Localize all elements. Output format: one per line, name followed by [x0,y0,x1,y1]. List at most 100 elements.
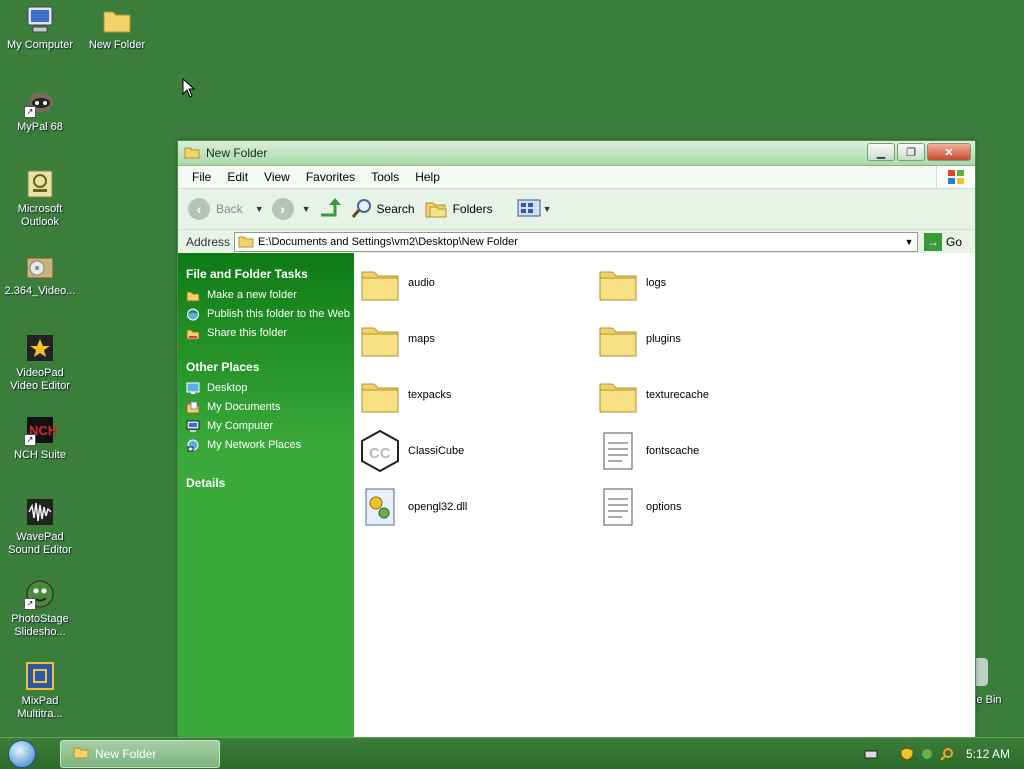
folders-button[interactable]: Folders [425,198,493,221]
address-dropdown-chevron-icon[interactable]: ▼ [901,233,917,251]
desktop-icon-outlook[interactable]: Microsoft Outlook [2,168,78,229]
back-dropdown-chevron-icon[interactable]: ▼ [255,204,264,214]
desktop-icon-recycle-bin[interactable]: le Bin [974,658,1024,708]
share-folder-icon [186,327,200,340]
task-pane: File and Folder Tasks Make a new folder … [178,253,354,738]
window-titlebar[interactable]: New Folder ▁ ❐ ✕ [178,141,975,166]
desktop-icon [186,382,200,395]
task-label: Share this folder [207,327,288,339]
outlook-icon [24,168,56,200]
desktop-icon-label: Microsoft Outlook [17,203,63,228]
menu-favorites[interactable]: Favorites [298,170,363,184]
place-label: My Network Places [207,439,302,451]
desktop-icon-mypal[interactable]: ↗ MyPal 68 [2,86,78,134]
desktop-icon-my-computer[interactable]: My Computer [2,4,78,52]
text-document-icon [598,485,638,529]
place-my-documents[interactable]: My Documents [186,401,354,414]
desktop-icon-label: PhotoStage Slidesho... [11,613,69,638]
menu-view[interactable]: View [256,170,298,184]
computer-icon [24,4,56,36]
installer-icon [24,250,56,282]
section-header[interactable]: Details [186,476,354,490]
search-button[interactable]: Search [351,197,415,222]
network-tray-icon[interactable] [920,747,934,761]
file-name: plugins [646,333,681,345]
file-item-app[interactable]: CC ClassiCube [360,429,464,473]
place-label: Desktop [207,382,248,394]
folders-label: Folders [452,202,493,216]
section-header[interactable]: File and Folder Tasks [186,267,354,281]
file-item-text[interactable]: fontscache [598,429,699,473]
folder-icon [360,317,400,361]
folder-icon [101,4,133,36]
place-my-computer[interactable]: My Computer [186,420,354,433]
maximize-button[interactable]: ❐ [897,143,925,161]
mixpad-icon [24,660,56,692]
file-name: audio [408,277,435,289]
desktop-icon-mixpad[interactable]: MixPad Multitra... [2,660,78,721]
go-arrow-icon: → [924,233,943,251]
address-input[interactable]: E:\Documents and Settings\vm2\Desktop\Ne… [234,232,919,252]
clock[interactable]: 5:12 AM [966,747,1010,761]
file-item-dll[interactable]: opengl32.dll [360,485,467,529]
file-item-text[interactable]: options [598,485,681,529]
security-shield-icon[interactable] [900,746,914,761]
file-item-folder[interactable]: texpacks [360,373,451,417]
folder-icon [238,234,254,251]
file-name: opengl32.dll [408,501,468,513]
desktop-icon-videopad[interactable]: VideoPad Video Editor [2,332,78,393]
menu-edit[interactable]: Edit [219,170,256,184]
place-my-network-places[interactable]: My Network Places [186,439,354,452]
window-title: New Folder [206,146,268,160]
folder-icon [598,261,638,305]
keyboard-icon[interactable] [864,747,878,761]
desktop-icon-label: My Computer [6,39,74,51]
globe-icon [186,308,200,321]
back-button[interactable]: ‹ Back [188,198,243,220]
svg-text:CC: CC [369,445,391,462]
views-button[interactable]: ▼ [517,199,552,220]
recycle-bin-icon [974,658,988,686]
file-item-folder[interactable]: plugins [598,317,681,361]
desktop-icon-nch-suite[interactable]: NCH ↗ NCH Suite [2,414,78,462]
menu-tools[interactable]: Tools [363,170,407,184]
file-name: texpacks [408,389,452,401]
desktop-icon-wavepad[interactable]: WavePad Sound Editor [2,496,78,557]
address-path: E:\Documents and Settings\vm2\Desktop\Ne… [258,236,518,248]
shortcut-arrow-icon: ↗ [24,106,36,118]
file-item-folder[interactable]: logs [598,261,666,305]
taskbar-item-new-folder[interactable]: New Folder [60,739,220,768]
search-label: Search [376,202,415,216]
shortcut-arrow-icon: ↗ [24,598,36,610]
task-make-new-folder[interactable]: Make a new folder [186,289,354,302]
classicube-icon: CC [360,429,400,473]
up-folder-button[interactable] [319,197,341,222]
menu-file[interactable]: File [184,170,219,184]
back-label: Back [216,202,243,216]
go-button[interactable]: → Go [924,233,962,251]
explorer-window[interactable]: New Folder ▁ ❐ ✕ File Edit View Favorite… [177,140,976,739]
minimize-button[interactable]: ▁ [867,143,895,161]
desktop-icon-installer[interactable]: 2.364_Video... [2,250,78,298]
menu-bar: File Edit View Favorites Tools Help [178,166,975,189]
file-item-folder[interactable]: audio [360,261,435,305]
desktop-icon-new-folder[interactable]: New Folder [79,4,155,52]
search-tray-icon[interactable] [940,747,954,761]
start-button[interactable] [0,738,44,769]
close-button[interactable]: ✕ [927,143,971,161]
shortcut-arrow-icon: ↗ [24,434,36,446]
details-section: Details [186,476,354,490]
system-tray: 5:12 AM [864,738,1024,769]
forward-arrow-icon[interactable]: › [271,198,294,220]
section-header[interactable]: Other Places [186,360,354,374]
forward-dropdown-chevron-icon[interactable]: ▼ [302,204,311,214]
file-item-folder[interactable]: maps [360,317,435,361]
desktop-icon-label: New Folder [88,39,146,51]
place-desktop[interactable]: Desktop [186,382,354,395]
task-share-folder[interactable]: Share this folder [186,327,354,340]
menu-help[interactable]: Help [407,170,448,184]
go-label: Go [946,235,963,249]
desktop-icon-photostage[interactable]: ↗ PhotoStage Slidesho... [2,578,78,639]
file-item-folder[interactable]: texturecache [598,373,709,417]
task-publish-to-web[interactable]: Publish this folder to the Web [186,308,354,321]
